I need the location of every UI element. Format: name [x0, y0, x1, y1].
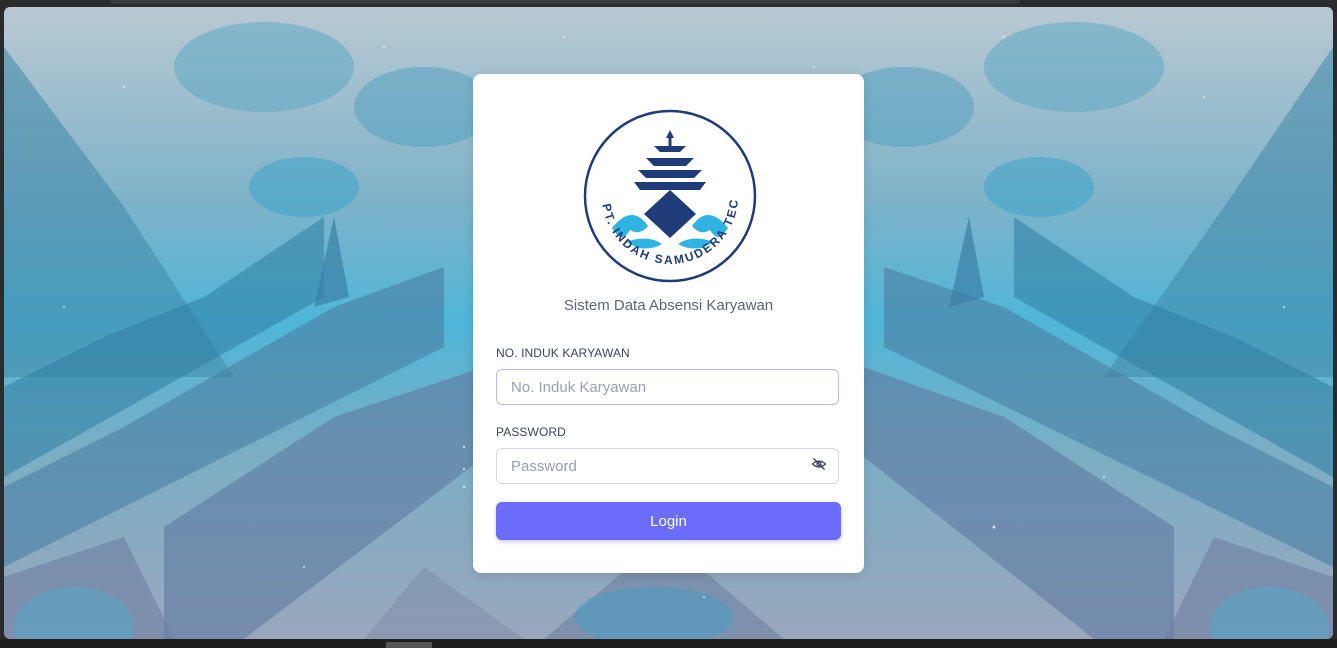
password-label: PASSWORD	[496, 425, 566, 439]
employee-id-input[interactable]	[496, 369, 839, 405]
taskbar-strip	[0, 639, 1337, 648]
login-background: PT. INDAH SAMUDERA TECH Sistem Data Abse…	[4, 7, 1333, 639]
eye-off-icon[interactable]	[811, 456, 827, 472]
taskbar-handle	[386, 642, 432, 648]
company-logo-icon: PT. INDAH SAMUDERA TECH	[582, 108, 757, 283]
login-card: PT. INDAH SAMUDERA TECH Sistem Data Abse…	[473, 74, 864, 573]
window-top-strip	[110, 0, 1020, 4]
password-input[interactable]	[496, 448, 839, 484]
employee-id-label: NO. INDUK KARYAWAN	[496, 346, 630, 360]
app-subtitle: Sistem Data Absensi Karyawan	[563, 297, 774, 314]
login-button[interactable]: Login	[496, 502, 841, 540]
